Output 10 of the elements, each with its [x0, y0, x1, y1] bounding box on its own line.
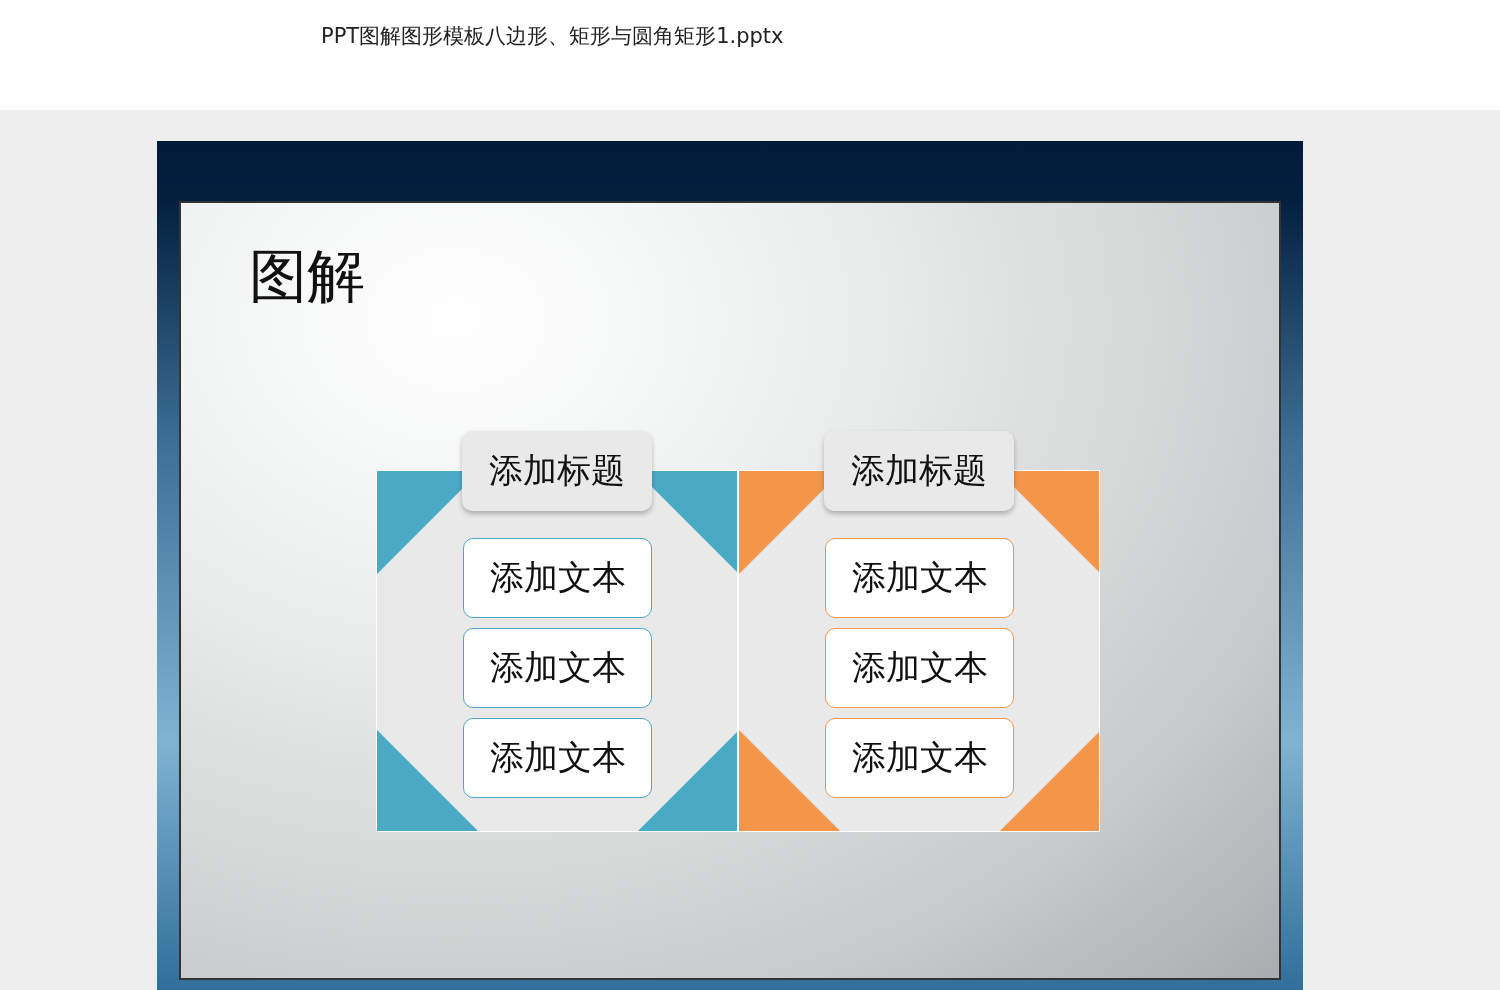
- text-box: 添加文本: [825, 718, 1014, 798]
- text-box: 添加文本: [463, 628, 652, 708]
- heading-box: 添加标题: [462, 431, 652, 511]
- text-box: 添加文本: [825, 538, 1014, 618]
- heading-box: 添加标题: [824, 431, 1014, 511]
- text-box: 添加文本: [463, 718, 652, 798]
- document-title: PPT图解图形模板八边形、矩形与圆角矩形1.pptx: [321, 24, 784, 48]
- text-box: 添加文本: [463, 538, 652, 618]
- text-box: 添加文本: [825, 628, 1014, 708]
- slide-title: 图解: [249, 241, 365, 311]
